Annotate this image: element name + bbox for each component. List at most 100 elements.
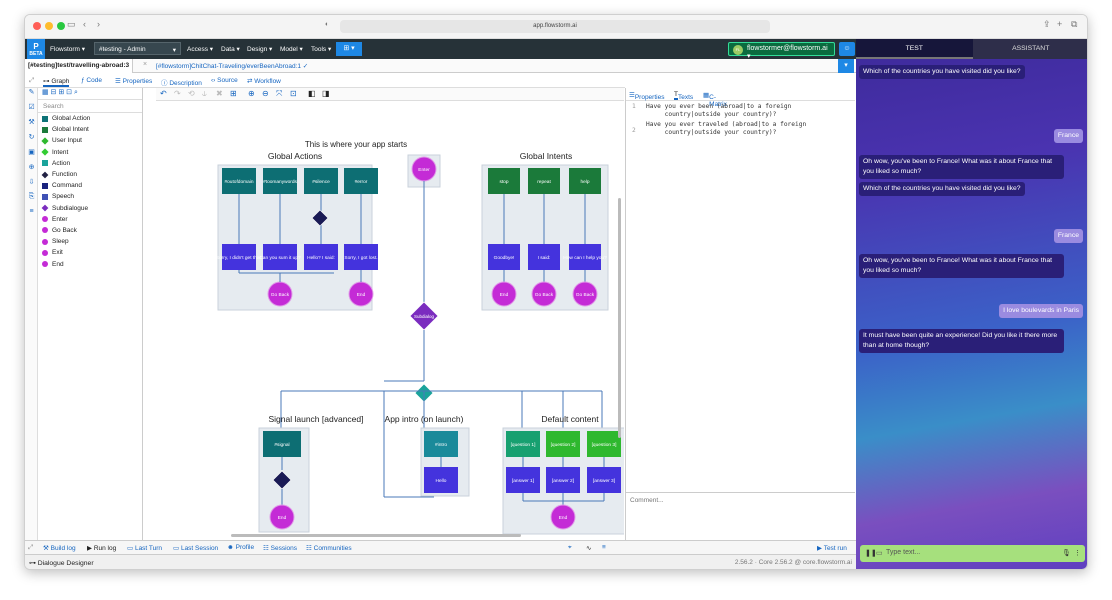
speech-node-label[interactable]: How can I help you?: [563, 255, 607, 261]
texts-editor[interactable]: 1 2 Have you ever been (abroad|to a fore…: [626, 101, 855, 491]
canvas-vscrollbar[interactable]: [618, 198, 621, 438]
answer-node-label[interactable]: [answer 2]: [552, 478, 574, 484]
menu-tools[interactable]: Tools ▾: [311, 45, 331, 53]
tab-source[interactable]: ‹› Source: [211, 77, 238, 84]
speech-node-label[interactable]: Sorry, I got lost.: [344, 255, 377, 261]
tab-cmatrix[interactable]: ▦ C-Matrix: [703, 91, 727, 108]
zoom-out-icon[interactable]: ⊖: [262, 89, 269, 98]
global-actions-title[interactable]: Global Actions: [268, 151, 322, 161]
sidebar-icon[interactable]: ▭: [67, 19, 76, 30]
menu-design[interactable]: Design ▾: [247, 45, 272, 53]
default-title[interactable]: Default content: [541, 414, 599, 424]
target-icon[interactable]: ⌖: [568, 544, 572, 552]
refresh-icon[interactable]: ↻: [25, 133, 38, 148]
tab-workflow[interactable]: ⇄ Workflow: [247, 77, 281, 85]
text-line-1[interactable]: Have you ever been (abroad|to a foreign …: [642, 101, 806, 119]
signal-action-node-label[interactable]: #signal: [274, 442, 289, 448]
intro-title[interactable]: App intro (on launch): [385, 414, 464, 424]
intro-speech-node-label[interactable]: Hello: [436, 478, 447, 484]
wrench-icon[interactable]: ⚒: [25, 118, 38, 133]
enter-node-label[interactable]: Enter: [418, 167, 430, 173]
palette-search-input[interactable]: Search: [38, 100, 142, 113]
intent-end-node-label[interactable]: Go Back: [535, 292, 554, 298]
question-node-label[interactable]: [question 2]: [551, 442, 576, 448]
panel-right-icon[interactable]: ◨: [322, 89, 330, 98]
bot-icon[interactable]: ☺: [839, 42, 855, 56]
split-icon[interactable]: ⫝: [202, 89, 207, 99]
palette-item[interactable]: Global Intent: [38, 124, 142, 135]
save-icon[interactable]: ▣: [25, 148, 38, 163]
question-node-label[interactable]: [question 1]: [511, 442, 536, 448]
panel-left-icon[interactable]: ◧: [308, 89, 316, 98]
more-icon[interactable]: ⋮: [1074, 549, 1081, 557]
expand-bottom-icon[interactable]: ⤢: [28, 544, 33, 552]
global-intents-title[interactable]: Global Intents: [520, 151, 572, 161]
communities-tab[interactable]: ☷ Communities: [306, 544, 352, 552]
canvas-hscrollbar[interactable]: [231, 534, 521, 537]
tabs-icon[interactable]: ⧉: [1071, 19, 1077, 30]
flowstorm-logo[interactable]: P BETA: [27, 39, 45, 59]
answer-node-label[interactable]: [answer 3]: [593, 478, 615, 484]
palette-item[interactable]: User Input: [38, 135, 142, 146]
url-bar[interactable]: app.flowstorm.ai: [340, 20, 770, 33]
global-action-node-label[interactable]: #outofdomain: [224, 179, 253, 185]
intent-end-node-label[interactable]: End: [500, 292, 509, 298]
close-dot[interactable]: [33, 22, 41, 30]
import-icon[interactable]: ⇩: [25, 178, 38, 193]
intent-end-node-label[interactable]: Go Back: [576, 292, 595, 298]
global-intent-node-label[interactable]: repeat: [537, 179, 551, 185]
app-menu[interactable]: Flowstorm ▾: [50, 45, 85, 53]
palette-item[interactable]: Sleep: [38, 236, 142, 247]
tab-right-properties[interactable]: ☰ Properties: [629, 91, 664, 101]
signal-end-node-label[interactable]: End: [278, 515, 287, 521]
menu-model[interactable]: Model ▾: [280, 45, 303, 53]
run-log-tab[interactable]: ▶ Run log: [87, 544, 116, 552]
tab-description[interactable]: ⓘ Description: [161, 77, 202, 87]
subdialogue-label[interactable]: Subdialog: [414, 314, 435, 319]
back-icon[interactable]: ‹: [83, 19, 86, 29]
actual-size-icon[interactable]: ⊡: [290, 89, 297, 98]
tab-ever-been-abroad[interactable]: [#flowstorm]ChitChat-Traveling/everBeenA…: [153, 59, 311, 73]
tab-travelling-abroad[interactable]: [#testing]test/travelling-abroad:3: [25, 59, 134, 73]
global-action-node-label[interactable]: #error: [355, 179, 368, 185]
answer-node-label[interactable]: [answer 1]: [512, 478, 534, 484]
speech-node-label[interactable]: I said:: [538, 255, 551, 261]
share-icon[interactable]: ⇪: [1043, 19, 1051, 30]
menu-icon[interactable]: ≡: [602, 544, 606, 551]
undo-icon[interactable]: ↶: [160, 89, 167, 98]
profile-tab[interactable]: ☻ Profile: [227, 544, 254, 551]
tab-properties[interactable]: ☰ Properties: [115, 77, 152, 85]
rotate-icon[interactable]: ⟲: [188, 89, 195, 98]
test-run-button[interactable]: ▶ Test run: [817, 544, 847, 552]
build-log-tab[interactable]: ⚒ Build log: [43, 544, 76, 552]
tab-texts[interactable]: T Texts: [674, 91, 693, 101]
menu-access[interactable]: Access ▾: [187, 45, 213, 53]
add-icon[interactable]: ⊕: [25, 163, 38, 178]
global-intent-node-label[interactable]: stop: [499, 179, 508, 185]
tab-graph[interactable]: ⊶ Graph: [43, 77, 70, 87]
redo-icon[interactable]: ↷: [174, 89, 181, 98]
global-intent-node-label[interactable]: help: [580, 179, 589, 185]
close-tab-icon[interactable]: ×: [143, 61, 147, 68]
comment-field[interactable]: Comment...: [626, 492, 855, 540]
palette-item[interactable]: Command: [38, 180, 142, 191]
sessions-tab[interactable]: ☷ Sessions: [263, 544, 297, 552]
delete-icon[interactable]: ✖: [216, 89, 223, 98]
speech-node-label[interactable]: Can you sum it up?: [259, 255, 301, 261]
text-line-2[interactable]: Have you ever traveled (abroad|to a fore…: [642, 119, 806, 137]
zoom-in-icon[interactable]: ⊕: [248, 89, 255, 98]
tab-assistant[interactable]: ASSISTANT: [972, 39, 1087, 59]
minimize-dot[interactable]: [45, 22, 53, 30]
last-turn-tab[interactable]: ▭ Last Turn: [127, 544, 162, 552]
palette-item[interactable]: Enter: [38, 214, 142, 225]
wave-icon[interactable]: ∿: [586, 544, 591, 552]
expand-icon[interactable]: ⤢: [29, 77, 34, 85]
check-icon[interactable]: ☑: [25, 103, 38, 118]
global-action-node-label[interactable]: #toomanywords: [263, 179, 297, 185]
palette-item[interactable]: Subdialogue: [38, 203, 142, 214]
question-node-label[interactable]: [question 3]: [592, 442, 617, 448]
goback-node-label[interactable]: Go Back: [271, 292, 290, 298]
graph-canvas[interactable]: ↶ ↷ ⟲ ⫝ ✖ ⊞ ⊕ ⊖ ⤧ ⊡ ◧ ◨ This is where yo…: [156, 88, 624, 540]
default-end-node-label[interactable]: End: [559, 515, 568, 521]
pause-icon[interactable]: ❚❚: [865, 549, 877, 557]
